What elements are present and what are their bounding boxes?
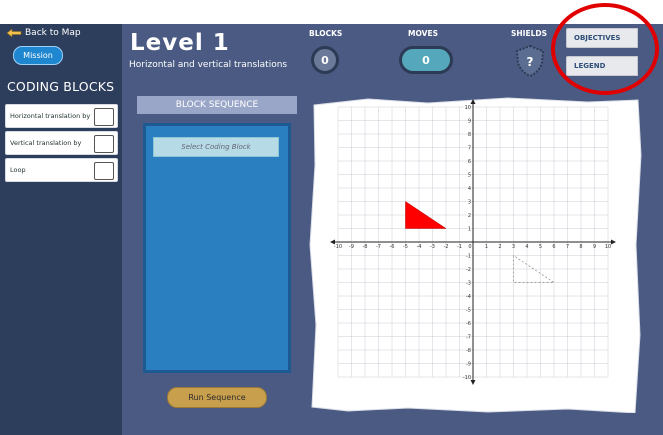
back-label: Back to Map bbox=[25, 28, 81, 38]
x-tick-label: 1 bbox=[485, 244, 488, 250]
select-coding-block[interactable]: Select Coding Block bbox=[153, 137, 279, 157]
y-tick-label: 4 bbox=[468, 186, 471, 192]
mission-button[interactable]: Mission bbox=[13, 46, 63, 65]
y-tick-label: 1 bbox=[468, 227, 471, 233]
block-loop[interactable]: Loop bbox=[5, 158, 118, 182]
y-tick-label: 6 bbox=[468, 159, 471, 165]
back-to-map-button[interactable]: Back to Map bbox=[6, 28, 81, 38]
x-tick-label: -7 bbox=[376, 244, 381, 250]
y-tick-label: 8 bbox=[468, 132, 471, 138]
y-tick-label: -6 bbox=[466, 321, 471, 327]
run-sequence-button[interactable]: Run Sequence bbox=[167, 387, 267, 408]
x-tick-label: 5 bbox=[539, 244, 542, 250]
y-tick-label: -7 bbox=[466, 335, 471, 341]
y-tick-label: 2 bbox=[468, 213, 471, 219]
moves-label: MOVES bbox=[408, 29, 438, 38]
y-tick-label: 5 bbox=[468, 173, 471, 179]
coordinate-grid[interactable]: -10 -9 -8 -7 -6 -5 -4 -3 -2 -1 0 1 2 3 4 5 6 7 8 9 10 -10-9-… bbox=[308, 95, 642, 413]
x-tick-label: -4 bbox=[417, 244, 422, 250]
x-tick-label: 9 bbox=[593, 244, 596, 250]
block-sequence-header: BLOCK SEQUENCE bbox=[137, 96, 297, 114]
x-tick-label: -9 bbox=[349, 244, 354, 250]
shields-label: SHIELDS bbox=[511, 29, 547, 38]
x-tick-label: 0 bbox=[468, 244, 471, 250]
moves-counter: 0 bbox=[399, 46, 453, 74]
y-tick-label: -1 bbox=[466, 254, 471, 260]
block-sequence-area[interactable] bbox=[143, 123, 291, 373]
y-tick-label: -2 bbox=[466, 267, 471, 273]
x-tick-label: -5 bbox=[403, 244, 408, 250]
x-tick-label: 2 bbox=[498, 244, 501, 250]
blocks-label: BLOCKS bbox=[309, 29, 343, 38]
x-tick-label: -3 bbox=[430, 244, 435, 250]
block-value-input[interactable] bbox=[94, 162, 114, 180]
shields-value: ? bbox=[527, 55, 534, 69]
y-tick-label: -3 bbox=[466, 281, 471, 287]
y-tick-label: 7 bbox=[468, 146, 471, 152]
coordinate-grid-panel: -10 -9 -8 -7 -6 -5 -4 -3 -2 -1 0 1 2 3 4 5 6 7 8 9 10 -10 -9-… bbox=[308, 95, 642, 413]
block-value-input[interactable] bbox=[94, 108, 114, 126]
y-tick-label: -10 bbox=[463, 375, 471, 381]
blocks-counter: 0 bbox=[311, 46, 339, 74]
y-tick-label: -8 bbox=[466, 348, 471, 354]
x-tick-label: 8 bbox=[579, 244, 582, 250]
y-tick-label: -5 bbox=[466, 308, 471, 314]
y-tick-label: 10 bbox=[465, 105, 471, 111]
block-label: Vertical translation by bbox=[10, 139, 82, 147]
y-tick-label: -4 bbox=[466, 294, 471, 300]
x-tick-label: 10 bbox=[605, 244, 611, 250]
block-value-input[interactable] bbox=[94, 135, 114, 153]
coding-blocks-title: CODING BLOCKS bbox=[7, 79, 115, 94]
x-tick-label: -1 bbox=[457, 244, 462, 250]
shield-icon: ? bbox=[515, 44, 545, 78]
x-tick-label: -10 bbox=[334, 244, 342, 250]
level-subtitle: Horizontal and vertical translations bbox=[129, 60, 288, 70]
block-horizontal-translation[interactable]: Horizontal translation by bbox=[5, 104, 118, 128]
block-label: Loop bbox=[10, 166, 26, 174]
x-tick-label: -8 bbox=[363, 244, 368, 250]
x-tick-label: 6 bbox=[552, 244, 555, 250]
level-title: Level 1 bbox=[130, 30, 230, 56]
sidebar: Back to Map Mission CODING BLOCKS Horizo… bbox=[0, 24, 122, 435]
x-tick-label: 4 bbox=[525, 244, 528, 250]
x-tick-label: -6 bbox=[390, 244, 395, 250]
x-tick-label: -2 bbox=[444, 244, 449, 250]
y-tick-label: -9 bbox=[466, 362, 471, 368]
x-tick-label: 7 bbox=[566, 244, 569, 250]
highlight-circle bbox=[551, 3, 659, 95]
block-vertical-translation[interactable]: Vertical translation by bbox=[5, 131, 118, 155]
game-window: Back to Map Mission CODING BLOCKS Horizo… bbox=[0, 0, 663, 435]
x-tick-label: 3 bbox=[512, 244, 515, 250]
y-tick-label: 3 bbox=[468, 200, 471, 206]
y-tick-label: 9 bbox=[468, 119, 471, 125]
back-arrow-icon bbox=[6, 28, 22, 38]
block-label: Horizontal translation by bbox=[10, 112, 91, 120]
